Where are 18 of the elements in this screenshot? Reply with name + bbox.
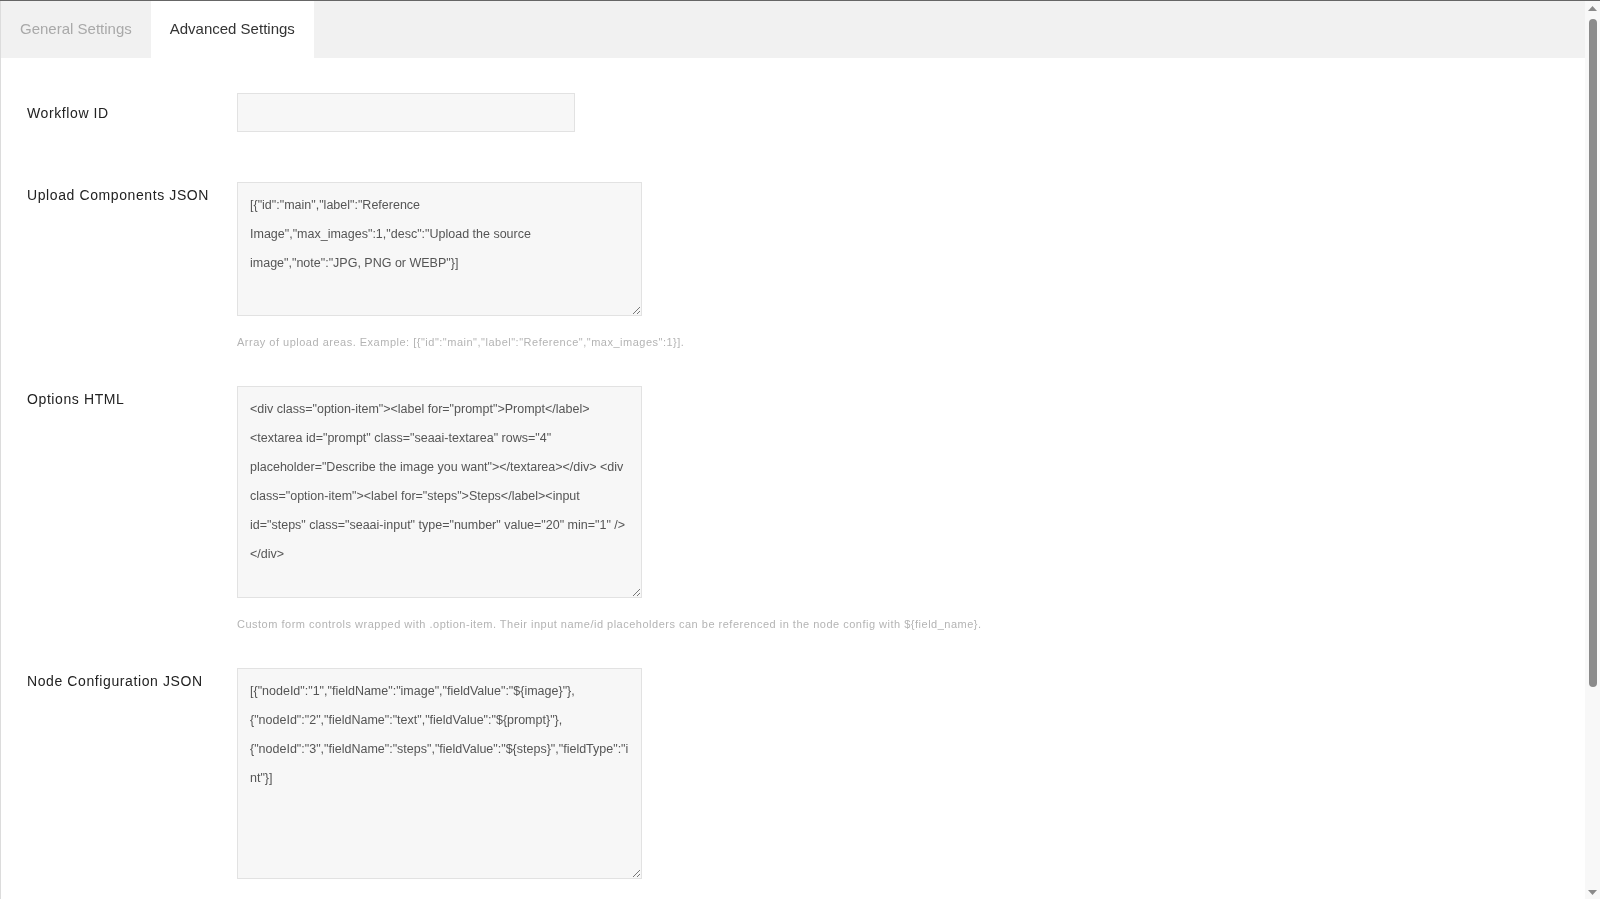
resize-grip-icon[interactable]	[633, 870, 640, 877]
scroll-down-arrow-icon[interactable]	[1588, 890, 1597, 895]
textarea-field[interactable]: [{"id":"main","label":"Reference Image","max_images":1,"desc":"Upload the source image","note":"JPG, PNG or WEBP"}]	[237, 182, 642, 316]
field-label: Options HTML	[27, 391, 125, 407]
field-label: Node Configuration JSON	[27, 673, 203, 689]
tab[interactable]: Advanced Settings	[150, 1, 314, 58]
field-label: Workflow ID	[27, 104, 109, 121]
scrollbar[interactable]	[1585, 1, 1600, 899]
help-text: Array of upload areas. Example: [{"id":"main","label":"Reference","max_images":1}].	[237, 335, 685, 350]
scrollbar-thumb[interactable]	[1588, 19, 1597, 687]
input-field[interactable]	[237, 93, 575, 132]
resize-grip-icon[interactable]	[633, 589, 640, 596]
field-label: Upload Components JSON	[27, 187, 210, 203]
textarea-field[interactable]: [{"nodeId":"1","fieldName":"image","fieldValue":"${image}"},{"nodeId":"2","fieldName":"text","fieldValue":"${prompt}"},{"nodeId":"3","fieldName":"steps","fieldValue":"${steps}","fieldType":"int"}]	[237, 668, 642, 879]
resize-grip-icon[interactable]	[633, 307, 640, 314]
textarea-field[interactable]: <div class="option-item"><label for="prompt">Prompt</label> <textarea id="prompt" class="seaai-textarea" rows="4" placeholder="Describe the image you want"></textarea></div> <div class="option-item"><label for="steps">Steps</label><input id="steps" class="seaai-input" type="number" value="20" min="1" /></div>	[237, 386, 642, 598]
scroll-up-arrow-icon[interactable]	[1588, 6, 1597, 11]
help-text: Custom form controls wrapped with .option-item. Their input name/id placeholders can be referenced in the node config with ${field_name}.	[237, 617, 982, 632]
